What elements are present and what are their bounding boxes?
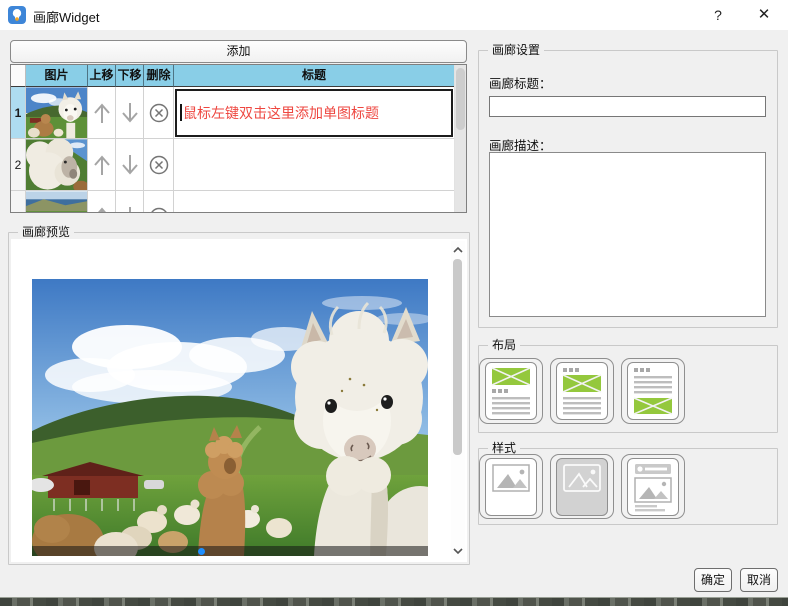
gallery-title-input[interactable] [489, 96, 766, 117]
delete-circle-x-icon [148, 154, 170, 176]
add-image-button[interactable]: 添加 [10, 40, 467, 63]
delete-row-button[interactable] [144, 87, 174, 139]
preview-scrollbar[interactable] [451, 241, 465, 560]
layout-group: 布局 [478, 345, 778, 433]
title-cell[interactable]: 鼠标左键双击这里添加单图标题 [174, 87, 455, 139]
move-down-button[interactable] [116, 139, 144, 191]
title-cell[interactable] [174, 139, 455, 191]
style-option-card-light[interactable] [479, 454, 543, 519]
help-button[interactable]: ? [702, 0, 734, 30]
table-corner-header [11, 65, 26, 87]
scroll-up-icon [452, 244, 464, 256]
pagination-dot[interactable] [198, 548, 205, 555]
down-arrow-icon [119, 152, 141, 178]
column-header-move-up: 上移 [88, 65, 116, 87]
gallery-description-textarea[interactable] [489, 152, 766, 317]
move-up-button[interactable] [88, 139, 116, 191]
app-icon [8, 6, 26, 24]
move-down-button[interactable] [116, 191, 144, 213]
delete-row-button[interactable] [144, 191, 174, 213]
table-scrollbar[interactable] [454, 65, 466, 212]
gallery-preview-group: 画廊预览 [8, 232, 470, 565]
row-number[interactable]: 1 [11, 87, 26, 139]
style-card-light-icon [485, 458, 537, 516]
layout-option-image-top[interactable] [479, 358, 543, 424]
delete-circle-x-icon [148, 102, 170, 124]
delete-row-button[interactable] [144, 139, 174, 191]
style-card-gray-icon [556, 458, 608, 516]
layout-image-top-icon [485, 362, 537, 420]
layout-option-image-bottom[interactable] [621, 358, 685, 424]
gallery-settings-label: 画廊设置 [488, 43, 544, 58]
up-arrow-icon [91, 152, 113, 178]
title-edit-box[interactable]: 鼠标左键双击这里添加单图标题 [175, 89, 453, 137]
layout-image-middle-icon [556, 362, 608, 420]
scroll-down-icon [452, 545, 464, 557]
up-arrow-icon [91, 204, 113, 214]
preview-canvas [11, 239, 467, 562]
up-arrow-icon [91, 100, 113, 126]
close-button[interactable]: ✕ [748, 0, 780, 30]
move-up-button[interactable] [88, 191, 116, 213]
column-header-image: 图片 [26, 65, 88, 87]
column-header-title: 标题 [174, 65, 455, 87]
title-cell[interactable] [174, 191, 455, 213]
title-hint-text: 鼠标左键双击这里添加单图标题 [183, 103, 379, 123]
column-header-delete: 删除 [144, 65, 174, 87]
down-arrow-icon [119, 204, 141, 214]
row-thumbnail-coast-landscape[interactable] [26, 191, 88, 213]
layout-option-image-middle[interactable] [550, 358, 614, 424]
text-caret [180, 104, 182, 121]
row-thumbnail-alpaca-herd[interactable] [26, 87, 88, 139]
move-up-button[interactable] [88, 87, 116, 139]
title-bar: 画廊Widget ? ✕ [0, 0, 788, 30]
layout-label: 布局 [488, 338, 520, 353]
preview-scrollbar-thumb[interactable] [453, 259, 462, 455]
preview-caption-bar [32, 546, 428, 556]
delete-circle-x-icon [148, 206, 170, 214]
gallery-settings-group: 画廊设置 画廊标题： 画廊描述： [478, 50, 778, 328]
move-down-button[interactable] [116, 87, 144, 139]
style-group: 样式 [478, 448, 778, 525]
preview-image-alpaca [32, 279, 428, 556]
image-table: 图片 上移 下移 删除 标题 1 [10, 64, 467, 213]
column-header-move-down: 下移 [116, 65, 144, 87]
cancel-button[interactable]: 取消 [740, 568, 778, 592]
table-scrollbar-thumb[interactable] [456, 68, 465, 130]
row-thumbnail-white-alpaca-closeup[interactable] [26, 139, 88, 191]
row-number[interactable]: 3 [11, 191, 26, 213]
down-arrow-icon [119, 100, 141, 126]
row-number[interactable]: 2 [11, 139, 26, 191]
window-title: 画廊Widget [33, 7, 99, 26]
background-window-sliver [0, 597, 788, 606]
gallery-preview-label: 画廊预览 [18, 225, 74, 240]
ok-button[interactable]: 确定 [694, 568, 732, 592]
style-option-card-detailed[interactable] [621, 454, 685, 519]
style-option-card-gray[interactable] [550, 454, 614, 519]
layout-image-bottom-icon [627, 362, 679, 420]
gallery-title-label: 画廊标题： [489, 73, 552, 92]
style-card-detailed-icon [627, 458, 679, 516]
